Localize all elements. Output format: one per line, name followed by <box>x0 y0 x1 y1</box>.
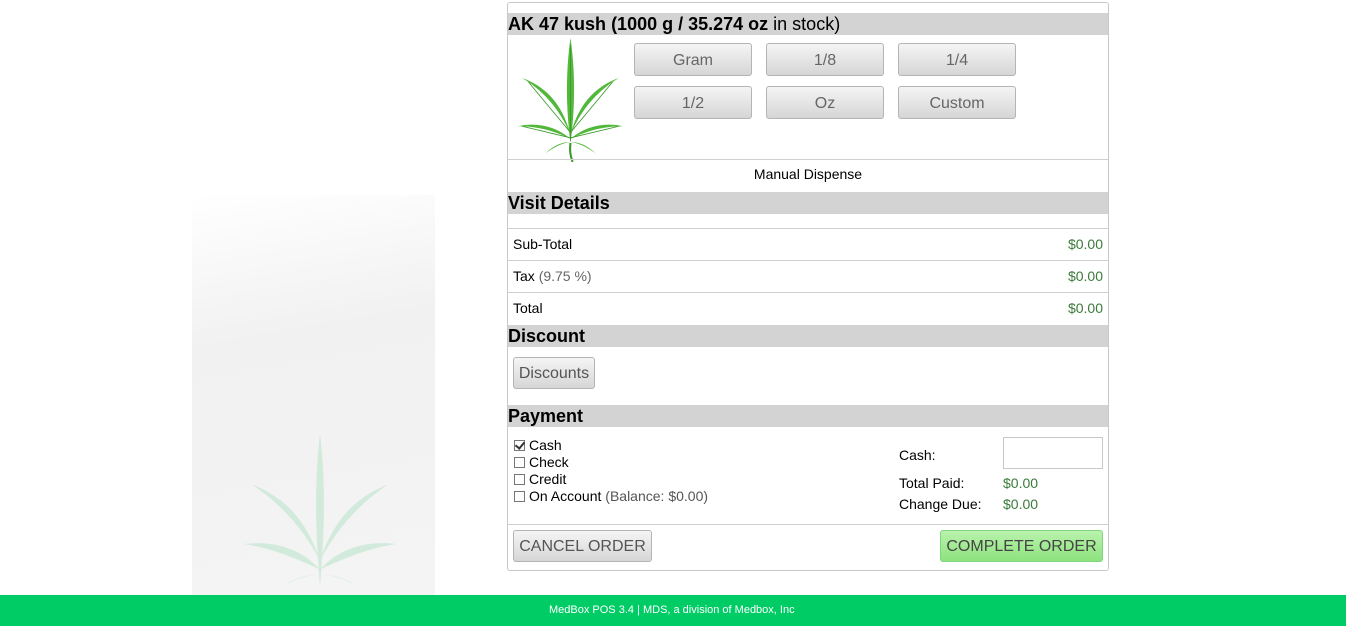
divider <box>508 260 1108 261</box>
qty-button-quarter[interactable]: 1/4 <box>898 43 1016 76</box>
product-stock-amount: (1000 g / 35.274 oz <box>611 14 769 34</box>
tax-label: Tax <box>513 268 535 284</box>
credit-checkbox[interactable] <box>514 474 525 485</box>
divider <box>508 292 1108 293</box>
payment-option-label: Check <box>529 454 569 470</box>
change-due-value: $0.00 <box>1003 496 1039 512</box>
payment-option-credit[interactable]: Credit <box>514 471 566 488</box>
cancel-order-button[interactable]: CANCEL ORDER <box>513 530 652 562</box>
qty-button-ounce[interactable]: Oz <box>766 86 884 119</box>
tax-row-label: Tax (9.75 %) <box>513 268 592 284</box>
discount-header: Discount <box>508 325 1108 347</box>
total-paid-value: $0.00 <box>1003 475 1039 491</box>
tax-value: $0.00 <box>1067 268 1103 284</box>
qty-button-custom[interactable]: Custom <box>898 86 1016 119</box>
divider <box>508 228 1108 229</box>
order-panel: AK 47 kush (1000 g / 35.274 oz in stock)… <box>507 2 1109 571</box>
tax-rate: (9.75 %) <box>538 268 592 284</box>
change-due-label: Change Due: <box>899 496 982 512</box>
discounts-button[interactable]: Discounts <box>513 357 595 389</box>
cash-checkbox[interactable] <box>514 440 525 451</box>
divider <box>508 159 1108 160</box>
divider <box>508 524 1108 525</box>
subtotal-label: Sub-Total <box>513 236 573 252</box>
footer-text: MedBox POS 3.4 | MDS, a division of Medb… <box>549 604 795 616</box>
payment-option-check[interactable]: Check <box>514 454 569 471</box>
footer-bar: MedBox POS 3.4 | MDS, a division of Medb… <box>0 595 1346 626</box>
visit-details-header: Visit Details <box>508 192 1108 214</box>
payment-header: Payment <box>508 405 1108 427</box>
manual-dispense-link[interactable]: Manual Dispense <box>508 166 1108 182</box>
payment-option-label: Credit <box>529 471 567 487</box>
account-balance: (Balance: $0.00) <box>605 488 709 504</box>
check-checkbox[interactable] <box>514 457 525 468</box>
cash-label: Cash: <box>899 447 936 463</box>
complete-order-button[interactable]: COMPLETE ORDER <box>940 530 1103 562</box>
payment-option-label: On Account <box>529 488 602 504</box>
subtotal-value: $0.00 <box>1067 236 1103 252</box>
on-account-checkbox[interactable] <box>514 491 525 502</box>
cash-input[interactable] <box>1003 437 1103 469</box>
product-name: AK 47 kush <box>508 14 607 34</box>
product-stock-suffix: in stock) <box>773 14 841 34</box>
product-title: AK 47 kush (1000 g / 35.274 oz in stock) <box>508 13 1108 35</box>
cannabis-leaf-icon <box>518 38 623 162</box>
qty-button-eighth[interactable]: 1/8 <box>766 43 884 76</box>
cannabis-leaf-watermark-icon <box>243 433 397 587</box>
payment-option-on-account[interactable]: On Account (Balance: $0.00) <box>514 488 708 505</box>
payment-option-cash[interactable]: Cash <box>514 437 562 454</box>
qty-button-gram[interactable]: Gram <box>634 43 752 76</box>
total-label: Total <box>513 300 543 316</box>
total-paid-label: Total Paid: <box>899 475 965 491</box>
qty-button-half[interactable]: 1/2 <box>634 86 752 119</box>
payment-option-label: Cash <box>529 437 562 453</box>
total-value: $0.00 <box>1067 300 1103 316</box>
